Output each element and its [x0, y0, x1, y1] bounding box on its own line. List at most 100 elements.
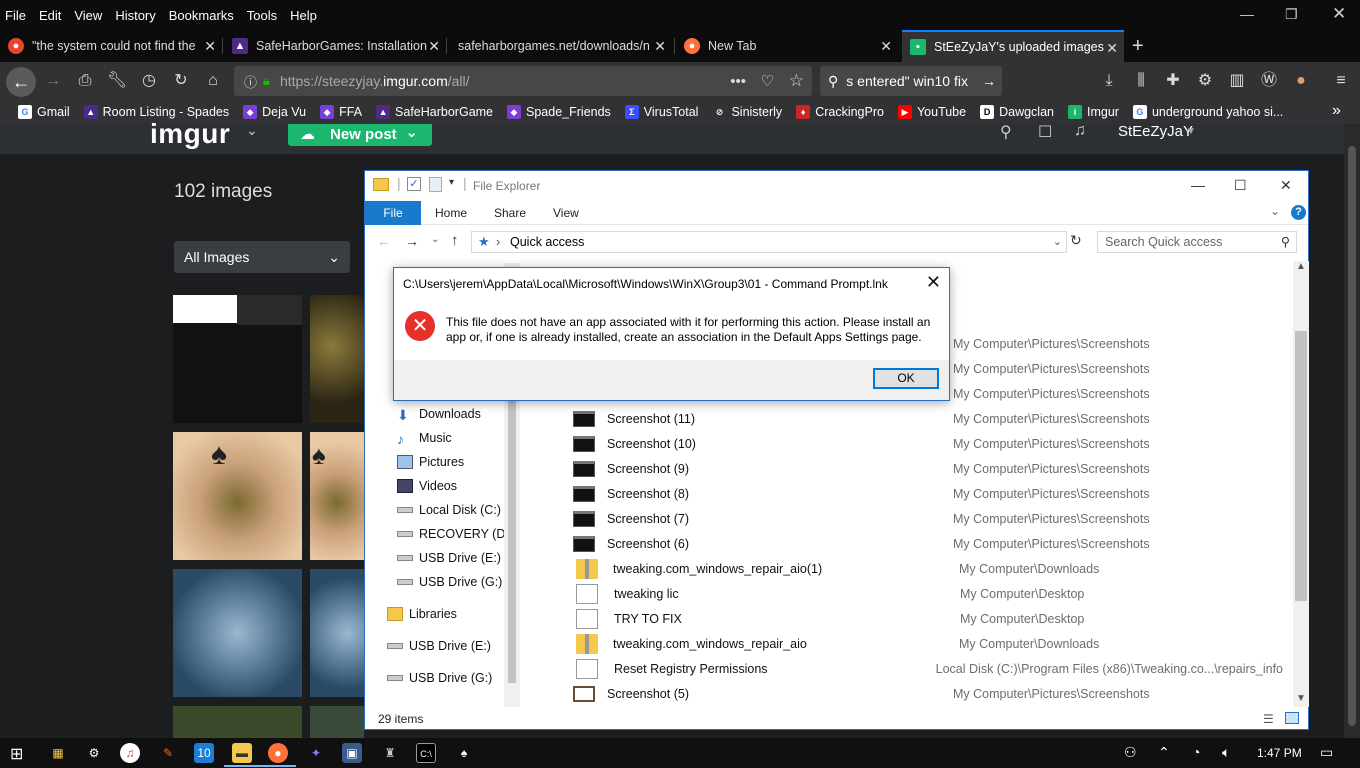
itunes-icon[interactable]: ♫ [120, 743, 140, 763]
bookmark-crackingpro[interactable]: ♦ CrackingPro [796, 105, 884, 119]
expand-ribbon-icon[interactable]: ⌄ [1270, 204, 1280, 218]
file-row[interactable]: TRY TO FIX My Computer\Desktop [573, 606, 1283, 631]
image-thumbnail[interactable]: ♠ [173, 432, 302, 560]
refresh-icon[interactable]: ↻ [1070, 232, 1082, 249]
bookmark-ffa[interactable]: ◆ FFA [320, 105, 362, 119]
chevron-up-icon[interactable]: ⌃ [1158, 744, 1170, 761]
new-tab-button[interactable]: + [1132, 35, 1144, 58]
chevron-down-icon[interactable]: ⌄ [1053, 232, 1062, 252]
new-post-button[interactable]: ☁ New post ⌄ [288, 124, 432, 146]
search-input[interactable]: Search Quick access ⚲ [1097, 231, 1297, 253]
close-icon[interactable]: ✕ [1332, 4, 1346, 24]
bookmark-sinisterly[interactable]: ⊘ Sinisterly [712, 105, 782, 119]
file-row[interactable]: Screenshot (5) My Computer\Pictures\Scree… [573, 681, 1283, 706]
hamburger-menu-icon[interactable]: ≡ [1330, 70, 1352, 92]
tab-search-result[interactable]: ● "the system could not find the ✕ [0, 30, 222, 62]
bookmark-star-icon[interactable]: ☆ [789, 71, 804, 91]
back-arrow-icon[interactable]: ← [377, 233, 391, 249]
image-thumbnail[interactable] [310, 706, 364, 738]
close-tab-icon[interactable]: ✕ [654, 38, 666, 55]
sidebar-icon[interactable]: ▥ [1226, 70, 1248, 92]
image-thumbnail[interactable] [173, 295, 302, 423]
notifications-icon[interactable]: ▭ [1320, 744, 1333, 761]
menu-history[interactable]: History [115, 8, 155, 23]
file-row[interactable]: tweaking.com_windows_repair_aio My Comput… [573, 631, 1283, 656]
scroll-down-icon[interactable]: ▼ [1296, 693, 1306, 704]
help-icon[interactable]: ? [1291, 205, 1306, 220]
url-bar[interactable]: ⓘ 🔒︎ https://steezyjay.imgur.com/all/ ••… [234, 66, 812, 96]
tab-file[interactable]: File [365, 201, 421, 225]
scroll-up-icon[interactable]: ▲ [1296, 261, 1306, 272]
file-row[interactable]: Reset Registry Permissions Local Disk (C:… [573, 656, 1283, 681]
bookmark-virustotal[interactable]: Σ VirusTotal [624, 105, 698, 119]
library-icon[interactable]: ⫼ [1130, 70, 1152, 92]
close-tab-icon[interactable]: ✕ [204, 38, 216, 55]
quick-access-toolbar-chevron-icon[interactable]: ▾ [449, 177, 454, 188]
nav-item-pictures[interactable]: Pictures [397, 455, 464, 469]
nav-item-libraries[interactable]: Libraries [387, 607, 457, 621]
close-tab-icon[interactable]: ✕ [880, 38, 892, 55]
minimize-icon[interactable]: — [1191, 177, 1205, 193]
more-bookmarks-icon[interactable]: » [1332, 102, 1341, 120]
search-go-icon[interactable]: → [982, 73, 996, 89]
new-folder-icon[interactable] [429, 177, 442, 192]
forward-button[interactable]: → [42, 70, 64, 92]
nav-item-usb-g-root[interactable]: USB Drive (G:) [387, 671, 492, 685]
app-icon[interactable]: ✦ [306, 743, 326, 763]
pocket-icon[interactable]: ♡ [761, 72, 774, 90]
menu-file[interactable]: File [5, 8, 26, 23]
up-arrow-icon[interactable]: ↑ [451, 232, 459, 249]
file-row[interactable]: tweaking lic My Computer\Desktop [573, 581, 1283, 606]
nav-item-usb-e-root[interactable]: USB Drive (E:) [387, 639, 491, 653]
filter-dropdown[interactable]: All Images ⌄ [174, 241, 350, 273]
file-explorer-icon[interactable]: ▬ [232, 743, 252, 763]
details-view-icon[interactable]: ☰ [1263, 709, 1274, 729]
firefox-icon[interactable]: ● [268, 743, 288, 763]
menu-tools[interactable]: Tools [247, 8, 277, 23]
office-icon[interactable]: 10 [194, 743, 214, 763]
bookmark-spade-friends[interactable]: ◆ Spade_Friends [507, 105, 611, 119]
close-tab-icon[interactable]: ✕ [1106, 40, 1118, 57]
file-row[interactable]: Screenshot (6) My Computer\Pictures\Scree… [573, 531, 1283, 556]
image-thumbnail[interactable]: ♠ [310, 432, 364, 560]
menu-view[interactable]: View [74, 8, 102, 23]
caret-down-icon[interactable]: ▼ [1186, 126, 1196, 137]
reload-button[interactable]: ↻ [170, 70, 192, 92]
url-text[interactable]: https://steezyjay.imgur.com/all/ [280, 73, 470, 89]
wrench-icon[interactable]: 🔧︎ [106, 70, 128, 92]
imgur-logo[interactable]: imgur [150, 118, 230, 150]
chevron-down-icon[interactable]: ⌄ [246, 122, 258, 139]
search-input[interactable]: ⚲ s entered" win10 fix → [820, 66, 1002, 96]
store-icon[interactable]: ▦ [48, 743, 68, 763]
chat-icon[interactable]: ☐ [1038, 122, 1052, 142]
app-icon[interactable]: ▣ [342, 743, 362, 763]
print-icon[interactable]: ⎙ [74, 70, 96, 92]
close-tab-icon[interactable]: ✕ [428, 38, 440, 55]
menu-help[interactable]: Help [290, 8, 317, 23]
close-icon[interactable]: ✕ [926, 272, 941, 293]
back-button[interactable]: ← [6, 67, 36, 97]
wifi-icon[interactable]: ◔ [1192, 744, 1200, 760]
bookmark-imgur[interactable]: i Imgur [1067, 105, 1119, 119]
forward-arrow-icon[interactable]: → [405, 233, 419, 249]
properties-icon[interactable]: ✓ [407, 177, 421, 191]
nav-item-downloads[interactable]: ⬇ Downloads [397, 407, 481, 423]
lock-icon[interactable]: 🔒︎ [263, 73, 270, 89]
downloads-icon[interactable]: ⤓ [1098, 70, 1120, 92]
maximize-icon[interactable]: ☐ [1234, 177, 1247, 194]
large-icons-view-icon[interactable] [1285, 712, 1299, 724]
info-icon[interactable]: ⓘ [244, 72, 257, 91]
bookmark-room-listing[interactable]: ▲ Room Listing - Spades [83, 105, 229, 119]
nav-item-usb-g[interactable]: USB Drive (G:) [397, 575, 502, 589]
file-list-scrollbar[interactable]: ▲ ▼ [1293, 261, 1309, 707]
wordpress-icon[interactable]: Ⓦ [1258, 70, 1280, 92]
restore-icon[interactable]: ❐ [1285, 6, 1298, 23]
tab-share[interactable]: Share [494, 201, 526, 225]
nav-item-local-disk-c[interactable]: Local Disk (C:) [397, 503, 501, 517]
address-bar[interactable]: ★ › Quick access ⌄ [471, 231, 1067, 253]
tab-imgur[interactable]: ▪ StEeZyJaY's uploaded images ✕ [902, 30, 1124, 62]
file-row[interactable]: Screenshot (9) My Computer\Pictures\Scree… [573, 456, 1283, 481]
gear-icon[interactable]: ⚙ [84, 743, 104, 763]
clock[interactable]: 1:47 PM [1257, 746, 1302, 760]
tab-safeharbor-install[interactable]: ▲ SafeHarborGames: Installation ✕ [224, 30, 446, 62]
